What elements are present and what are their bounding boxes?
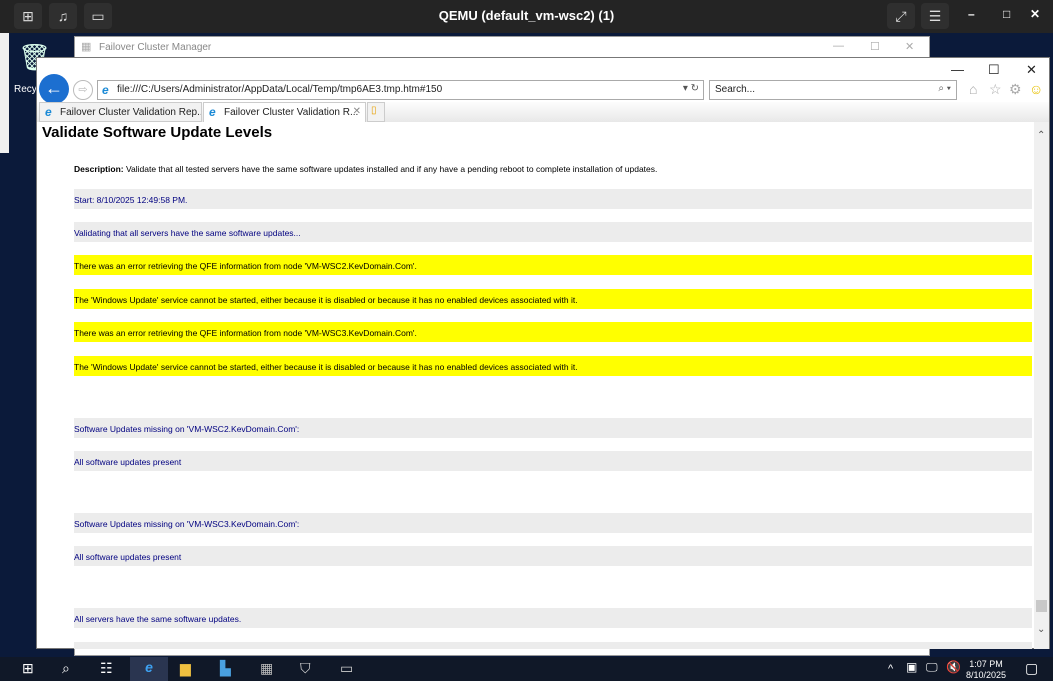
home-icon[interactable]: ⌂ <box>969 81 977 97</box>
server-manager-icon[interactable]: ▙ <box>220 660 231 677</box>
back-button[interactable]: ← <box>39 74 69 104</box>
fullscreen-button[interactable]: ⤢ <box>887 3 915 29</box>
tab-close-icon[interactable]: ✕ <box>353 106 361 117</box>
scroll-up-icon[interactable]: ⌃ <box>1037 130 1045 141</box>
maximize-button[interactable]: □ <box>1003 7 1010 21</box>
fcm-title: Failover Cluster Manager <box>99 42 212 53</box>
clock-date: 8/10/2025 <box>966 670 1007 680</box>
scroll-down-icon[interactable]: ⌄ <box>1037 624 1045 635</box>
cluster-icon: ▦ <box>81 41 92 53</box>
failover-cluster-manager-icon[interactable]: ▦ <box>260 660 273 677</box>
log-row: Software Updates missing on 'VM-WSC2.Kev… <box>74 418 1032 438</box>
search-icon[interactable]: ⌕ <box>62 660 70 677</box>
vertical-scrollbar[interactable]: ⌃ ⌄ <box>1034 122 1049 649</box>
qemu-titlebar: ⊞ ♫ ▭ QEMU (default_vm-wsc2) (1) ⤢ ☰ – □… <box>0 0 1053 33</box>
settings-gear-icon[interactable]: ⚙ <box>1009 81 1022 98</box>
fcm-close-button[interactable]: ✕ <box>905 40 914 53</box>
action-center-warning-icon[interactable]: ▣ <box>906 660 917 674</box>
fcm-minimize-button[interactable]: — <box>833 40 844 52</box>
warning-row: The 'Windows Update' service cannot be s… <box>74 356 1032 376</box>
favorites-star-icon[interactable]: ☆ <box>989 81 1002 98</box>
clock-time: 1:07 PM <box>969 659 1003 669</box>
ie-page-icon: e <box>102 83 109 97</box>
ie-tab-icon: e <box>209 105 216 119</box>
tab-label: Failover Cluster Validation R... <box>224 107 359 118</box>
system-clock[interactable]: 1:07 PM 8/10/2025 <box>966 659 1006 681</box>
log-row: Start: 8/10/2025 12:49:58 PM. <box>74 189 1032 209</box>
tab-validation-report-2[interactable]: e Failover Cluster Validation R... ✕ <box>203 102 366 122</box>
volume-muted-icon[interactable]: 🔇 <box>946 660 961 674</box>
file-explorer-icon[interactable]: ▆ <box>180 660 191 677</box>
taskbar: ⊞ ⌕ ☷ e ▆ ▙ ▦ ⛉ ▭ ^ ▣ 🖵 🔇 1:07 PM 8/10/2… <box>0 657 1053 681</box>
description: Description: Validate that all tested se… <box>74 158 1032 178</box>
search-placeholder: Search... <box>715 84 756 95</box>
tab-validation-report-1[interactable]: e Failover Cluster Validation Rep... <box>39 102 202 122</box>
notifications-icon[interactable]: ▢ <box>1025 660 1038 677</box>
warning-row: The 'Windows Update' service cannot be s… <box>74 289 1032 309</box>
ie-close-button[interactable]: ✕ <box>1026 62 1037 78</box>
admin-tools-icon[interactable]: ⛉ <box>300 660 311 677</box>
fcm-maximize-button[interactable]: ☐ <box>870 40 880 53</box>
warning-row: There was an error retrieving the QFE in… <box>74 255 1032 275</box>
ie-minimize-button[interactable]: — <box>951 62 964 77</box>
internet-explorer-icon[interactable]: e <box>130 657 168 681</box>
log-row: Software Updates missing on 'VM-WSC3.Kev… <box>74 513 1032 533</box>
minimize-button[interactable]: – <box>968 7 975 21</box>
internet-explorer-window: — ☐ ✕ ← ⇨ e file:///C:/Users/Administrat… <box>36 57 1050 649</box>
network-icon[interactable]: 🖵 <box>926 660 938 675</box>
page-heading: Validate Software Update Levels <box>42 124 273 141</box>
menu-button[interactable]: ☰ <box>921 3 949 29</box>
search-input[interactable]: Search... ⌕ ▾ <box>709 80 957 100</box>
search-icon[interactable]: ⌕ ▾ <box>938 83 951 94</box>
tab-label: Failover Cluster Validation Rep... <box>60 107 202 118</box>
ie-tab-icon: e <box>45 105 52 119</box>
refresh-icon[interactable]: ▾ ↻ <box>683 83 699 94</box>
show-hidden-icons-chevron[interactable]: ^ <box>888 663 893 675</box>
forward-button[interactable]: ⇨ <box>73 80 93 100</box>
recycle-bin-label: Recy <box>14 84 37 95</box>
scrollbar-thumb[interactable] <box>1036 600 1047 612</box>
command-prompt-icon[interactable]: ▭ <box>340 660 353 677</box>
log-row-partial <box>74 642 1032 649</box>
feedback-smiley-icon[interactable]: ☺ <box>1029 81 1043 97</box>
warning-row: There was an error retrieving the QFE in… <box>74 322 1032 342</box>
log-row: All servers have the same software updat… <box>74 608 1032 628</box>
description-label: Description: <box>74 164 124 174</box>
description-text: Validate that all tested servers have th… <box>123 164 658 174</box>
new-tab-button[interactable]: ▯ <box>367 102 385 122</box>
log-row: All software updates present <box>74 451 1032 471</box>
tab-bar: e Failover Cluster Validation Rep... e F… <box>37 102 1049 122</box>
start-windows-icon[interactable]: ⊞ <box>22 660 34 677</box>
close-button[interactable]: ✕ <box>1030 7 1040 21</box>
log-row: All software updates present <box>74 546 1032 566</box>
page-content: Validate Software Update Levels Descript… <box>37 122 1035 649</box>
log-row: Validating that all servers have the sam… <box>74 222 1032 242</box>
address-text: file:///C:/Users/Administrator/AppData/L… <box>117 84 443 95</box>
ie-maximize-button[interactable]: ☐ <box>988 62 1000 78</box>
address-bar[interactable]: e file:///C:/Users/Administrator/AppData… <box>97 80 704 100</box>
task-view-icon[interactable]: ☷ <box>100 660 113 677</box>
host-window-strip <box>0 33 9 153</box>
